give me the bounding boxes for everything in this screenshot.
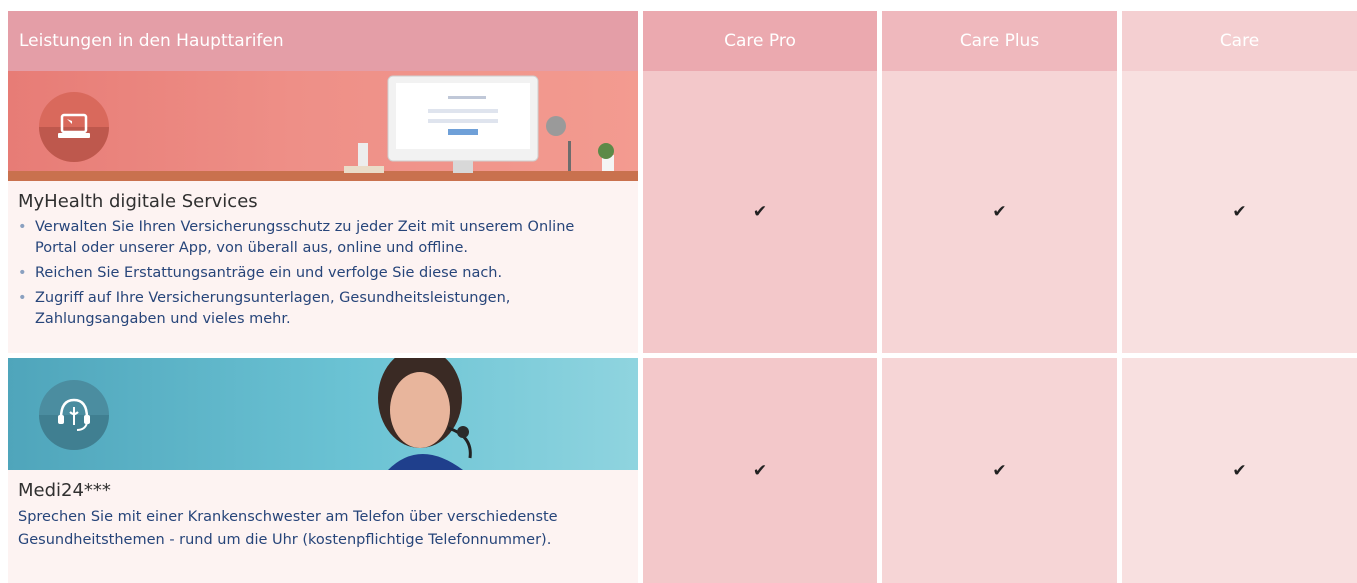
check-icon: ✔ xyxy=(1122,358,1357,583)
check-icon: ✔ xyxy=(882,71,1117,353)
medical-headset-icon xyxy=(58,398,90,431)
header-care: Care xyxy=(1122,11,1357,71)
benefits-table: Leistungen in den Haupttarifen Care Pro … xyxy=(8,11,1357,583)
laptop-icon-badge xyxy=(39,92,109,162)
header-benefits: Leistungen in den Haupttarifen xyxy=(8,11,638,71)
benefit-cell-medi24: Medi24*** Sprechen Sie mit einer Kranken… xyxy=(8,358,638,583)
medi24-title: Medi24*** xyxy=(18,480,111,501)
check-icon: ✔ xyxy=(882,358,1117,583)
check-icon: ✔ xyxy=(643,71,877,353)
myhealth-title: MyHealth digitale Services xyxy=(18,191,258,212)
check-icon: ✔ xyxy=(643,358,877,583)
table-row: Medi24*** Sprechen Sie mit einer Kranken… xyxy=(8,358,1357,583)
medi24-banner-image xyxy=(8,358,638,470)
laptop-icon xyxy=(58,113,90,138)
table-header: Leistungen in den Haupttarifen Care Pro … xyxy=(8,11,1357,71)
header-care-pro: Care Pro xyxy=(643,11,877,71)
table-row: MyHealth digitale Services Verwalten Sie… xyxy=(8,71,1357,353)
list-item: Verwalten Sie Ihren Versicherungsschutz … xyxy=(18,217,618,259)
list-item: Zugriff auf Ihre Versicherungsunterlagen… xyxy=(18,288,618,330)
header-care-plus: Care Plus xyxy=(882,11,1117,71)
medi24-description: Sprechen Sie mit einer Krankenschwester … xyxy=(18,509,558,548)
list-item: Reichen Sie Erstattungsanträge ein und v… xyxy=(18,263,618,284)
myhealth-bullet-list: Verwalten Sie Ihren Versicherungsschutz … xyxy=(18,217,618,334)
check-icon: ✔ xyxy=(1122,71,1357,353)
headset-icon-badge xyxy=(39,380,109,450)
benefit-cell-myhealth: MyHealth digitale Services Verwalten Sie… xyxy=(8,71,638,353)
myhealth-banner-image xyxy=(8,71,638,181)
